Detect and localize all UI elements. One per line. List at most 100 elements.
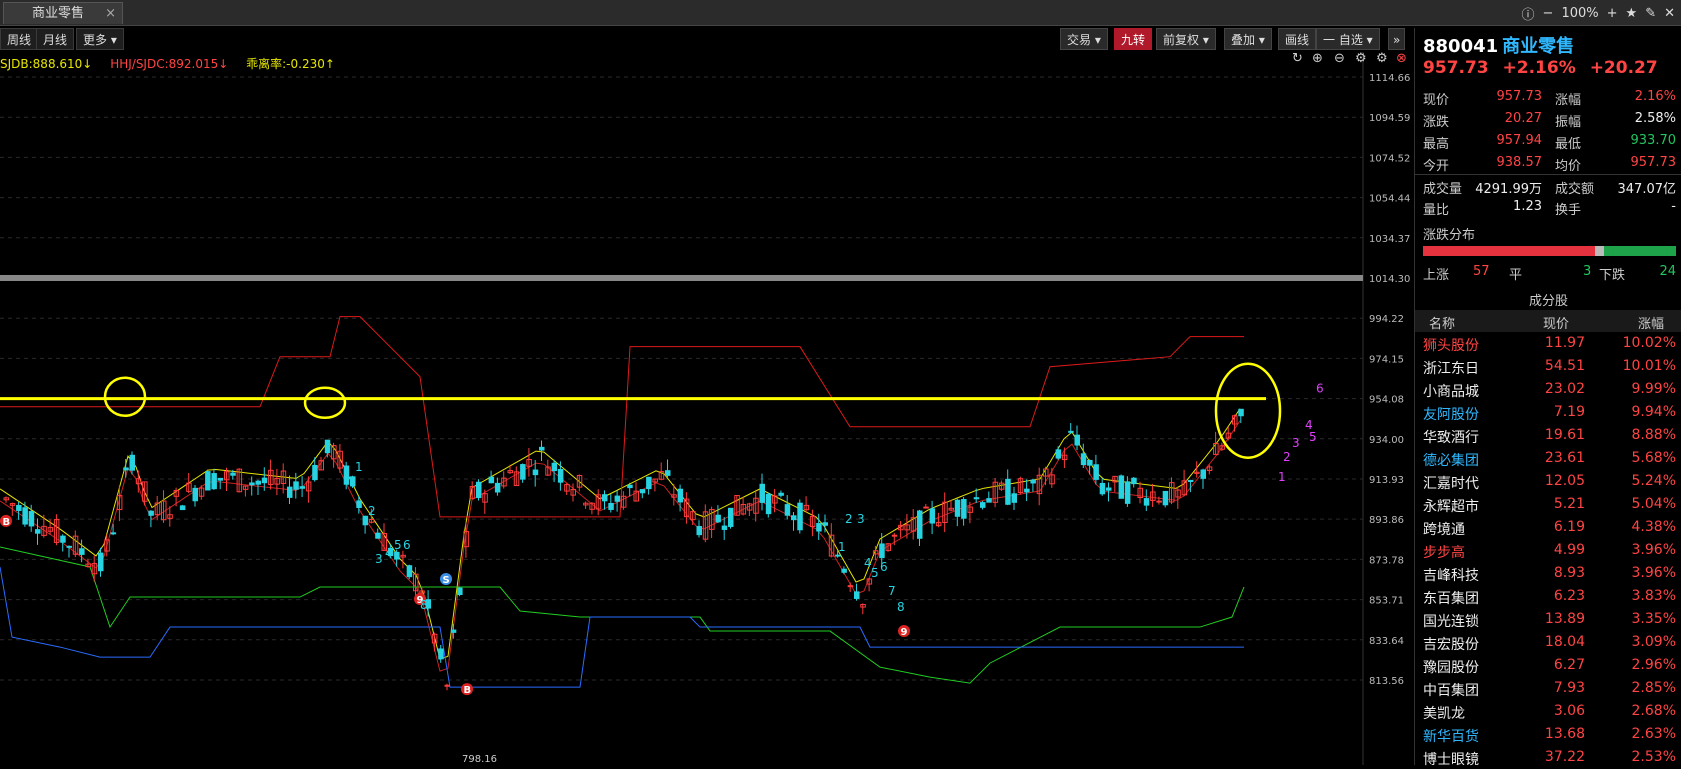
flat-count: 3: [1583, 264, 1592, 279]
stock-row[interactable]: 吉宏股份 18.04 3.09%: [1415, 631, 1681, 654]
chart-toolbar: 周线 月线 更多 ▾ 交易 ▾ 九转 前复权 ▾ 叠加 ▾ 画线 一 自选 ▾ …: [0, 28, 1410, 50]
zoom-level: 100%: [1561, 5, 1599, 21]
candle-body: [293, 481, 299, 490]
col-price[interactable]: 现价: [1543, 313, 1569, 332]
stock-row-name: 博士眼镜: [1423, 752, 1479, 768]
candle-body: [961, 499, 967, 519]
info-icon[interactable]: ⓘ: [1522, 4, 1535, 23]
stock-name[interactable]: 商业零售: [1502, 36, 1574, 57]
stock-row[interactable]: 华致酒行 19.61 8.88%: [1415, 424, 1681, 447]
zoom-in-icon[interactable]: ⊕: [1312, 52, 1323, 66]
stock-row-change: 3.96%: [1631, 542, 1676, 558]
stock-row[interactable]: 跨境通 6.19 4.38%: [1415, 516, 1681, 539]
candle-body: [35, 529, 41, 534]
tab-close-icon[interactable]: ×: [105, 3, 116, 25]
btn-draw[interactable]: 画线: [1278, 28, 1317, 50]
candle-body: [22, 507, 28, 525]
candle-body: [1093, 464, 1099, 480]
btn-more[interactable]: 更多 ▾: [76, 28, 124, 50]
btn-trade[interactable]: 交易 ▾: [1060, 28, 1108, 50]
signal-marker-label: B: [3, 517, 11, 528]
btn-watchlist[interactable]: 一 自选 ▾: [1316, 28, 1380, 50]
expand-icon[interactable]: »: [1388, 28, 1406, 50]
btn-weekly[interactable]: 周线: [0, 28, 39, 50]
stock-row[interactable]: 美凯龙 3.06 2.68%: [1415, 700, 1681, 723]
stock-code: 880041: [1423, 36, 1499, 57]
star-icon[interactable]: ★: [1626, 6, 1638, 21]
stock-row-price: 6.27: [1553, 657, 1585, 673]
stock-row[interactable]: 豫园股份 6.27 2.96%: [1415, 654, 1681, 677]
stock-row-change: 9.99%: [1631, 381, 1676, 397]
quote-row: 最高 957.94 最低 933.70: [1415, 130, 1681, 152]
candle-body: [551, 462, 558, 472]
stock-row[interactable]: 步步高 4.99 3.96%: [1415, 539, 1681, 562]
stock-row-name: 友阿股份: [1423, 407, 1479, 423]
candle-body: [986, 498, 992, 503]
stock-row-change: 10.01%: [1622, 358, 1676, 374]
btn-monthly[interactable]: 月线: [36, 28, 75, 50]
candle-body: [457, 587, 463, 595]
candle-body: [696, 526, 702, 536]
candle-body: [362, 515, 369, 526]
stock-row[interactable]: 永辉超市 5.21 5.04%: [1415, 493, 1681, 516]
y-tick-label: 833.64: [1369, 636, 1404, 647]
stock-row-change: 2.85%: [1631, 680, 1676, 696]
highlight-circle: [303, 386, 347, 420]
stock-row-price: 7.19: [1553, 404, 1585, 420]
stock-row-price: 11.97: [1544, 335, 1585, 351]
minus-icon[interactable]: −: [1543, 6, 1554, 21]
candle-body: [205, 471, 211, 491]
stock-row[interactable]: 东百集团 6.23 3.83%: [1415, 585, 1681, 608]
quote-key: 现价: [1423, 93, 1450, 108]
tab-industry[interactable]: 商业零售 ×: [3, 2, 123, 24]
quote-table: 现价 957.73 涨幅 2.16% 涨跌 20.27 振幅 2.58% 最高 957.94 最低 9…: [1415, 86, 1681, 218]
stock-row[interactable]: 中百集团 7.93 2.85%: [1415, 677, 1681, 700]
btn-jiuzhuan[interactable]: 九转: [1114, 28, 1153, 50]
stock-row-change: 4.38%: [1631, 519, 1676, 535]
y-tick-label: 1034.37: [1369, 234, 1410, 245]
candle-body: [847, 585, 854, 588]
btn-overlay[interactable]: 叠加 ▾: [1224, 28, 1272, 50]
close-icon[interactable]: ✕: [1664, 6, 1675, 21]
chart-close-icon[interactable]: ⊗: [1396, 52, 1407, 66]
quote-panel: 880041 商业零售 957.73 +2.16% +20.27 现价 957.73…: [1414, 28, 1681, 768]
down-segment: [1603, 246, 1676, 256]
zoom-out-icon[interactable]: ⊖: [1334, 52, 1345, 66]
stock-row[interactable]: 浙江东日 54.51 10.01%: [1415, 355, 1681, 378]
td-count-label: 3: [857, 512, 865, 526]
edit-icon[interactable]: ✎: [1645, 6, 1656, 21]
stock-row[interactable]: 汇嘉时代 12.05 5.24%: [1415, 470, 1681, 493]
stock-row-change: 5.04%: [1631, 496, 1676, 512]
settings-icon[interactable]: ⚙: [1355, 52, 1367, 66]
stock-row[interactable]: 德必集团 23.61 5.68%: [1415, 447, 1681, 470]
chart-option-icon[interactable]: ⚙: [1376, 52, 1388, 66]
col-change[interactable]: 涨幅: [1638, 313, 1664, 332]
stock-row-price: 23.61: [1544, 450, 1585, 466]
stock-row[interactable]: 狮头股份 11.97 10.02%: [1415, 332, 1681, 355]
candle-body: [954, 499, 961, 517]
plus-icon[interactable]: +: [1607, 6, 1618, 21]
dist-legend: 上涨 57 平 3 下跌 24: [1415, 262, 1681, 283]
channel-line-blue: [0, 566, 1244, 688]
stock-row-name: 美凯龙: [1423, 706, 1465, 722]
refresh-icon[interactable]: ↻: [1292, 52, 1303, 66]
stock-row[interactable]: 小商品城 23.02 9.99%: [1415, 378, 1681, 401]
stock-row[interactable]: 吉峰科技 8.93 3.96%: [1415, 562, 1681, 585]
td-count-label: 1: [838, 540, 846, 554]
kline-chart[interactable]: B9SB9123 45 6812 345 678123456 1114.661094.5…: [0, 52, 1410, 765]
candle-body: [677, 488, 684, 503]
btn-adjust[interactable]: 前复权 ▾: [1156, 28, 1216, 50]
candle-body: [60, 535, 66, 543]
candle-body: [973, 497, 980, 500]
stock-row[interactable]: 博士眼镜 37.22 2.53%: [1415, 746, 1681, 769]
col-name[interactable]: 名称: [1429, 313, 1455, 332]
candle-body: [343, 465, 350, 485]
quote-key: 今开: [1423, 159, 1450, 174]
candle-body: [1238, 408, 1244, 417]
td-count-label: 6: [1316, 382, 1324, 396]
tab-label: 商业零售: [32, 6, 85, 21]
stock-row[interactable]: 国光连锁 13.89 3.35%: [1415, 608, 1681, 631]
indicator-bar: SJDB:888.610↓ HHJ/SJDC:892.015↓ 乖离率:-0.2…: [0, 55, 349, 73]
stock-row[interactable]: 友阿股份 7.19 9.94%: [1415, 401, 1681, 424]
stock-row[interactable]: 新华百货 13.68 2.63%: [1415, 723, 1681, 746]
